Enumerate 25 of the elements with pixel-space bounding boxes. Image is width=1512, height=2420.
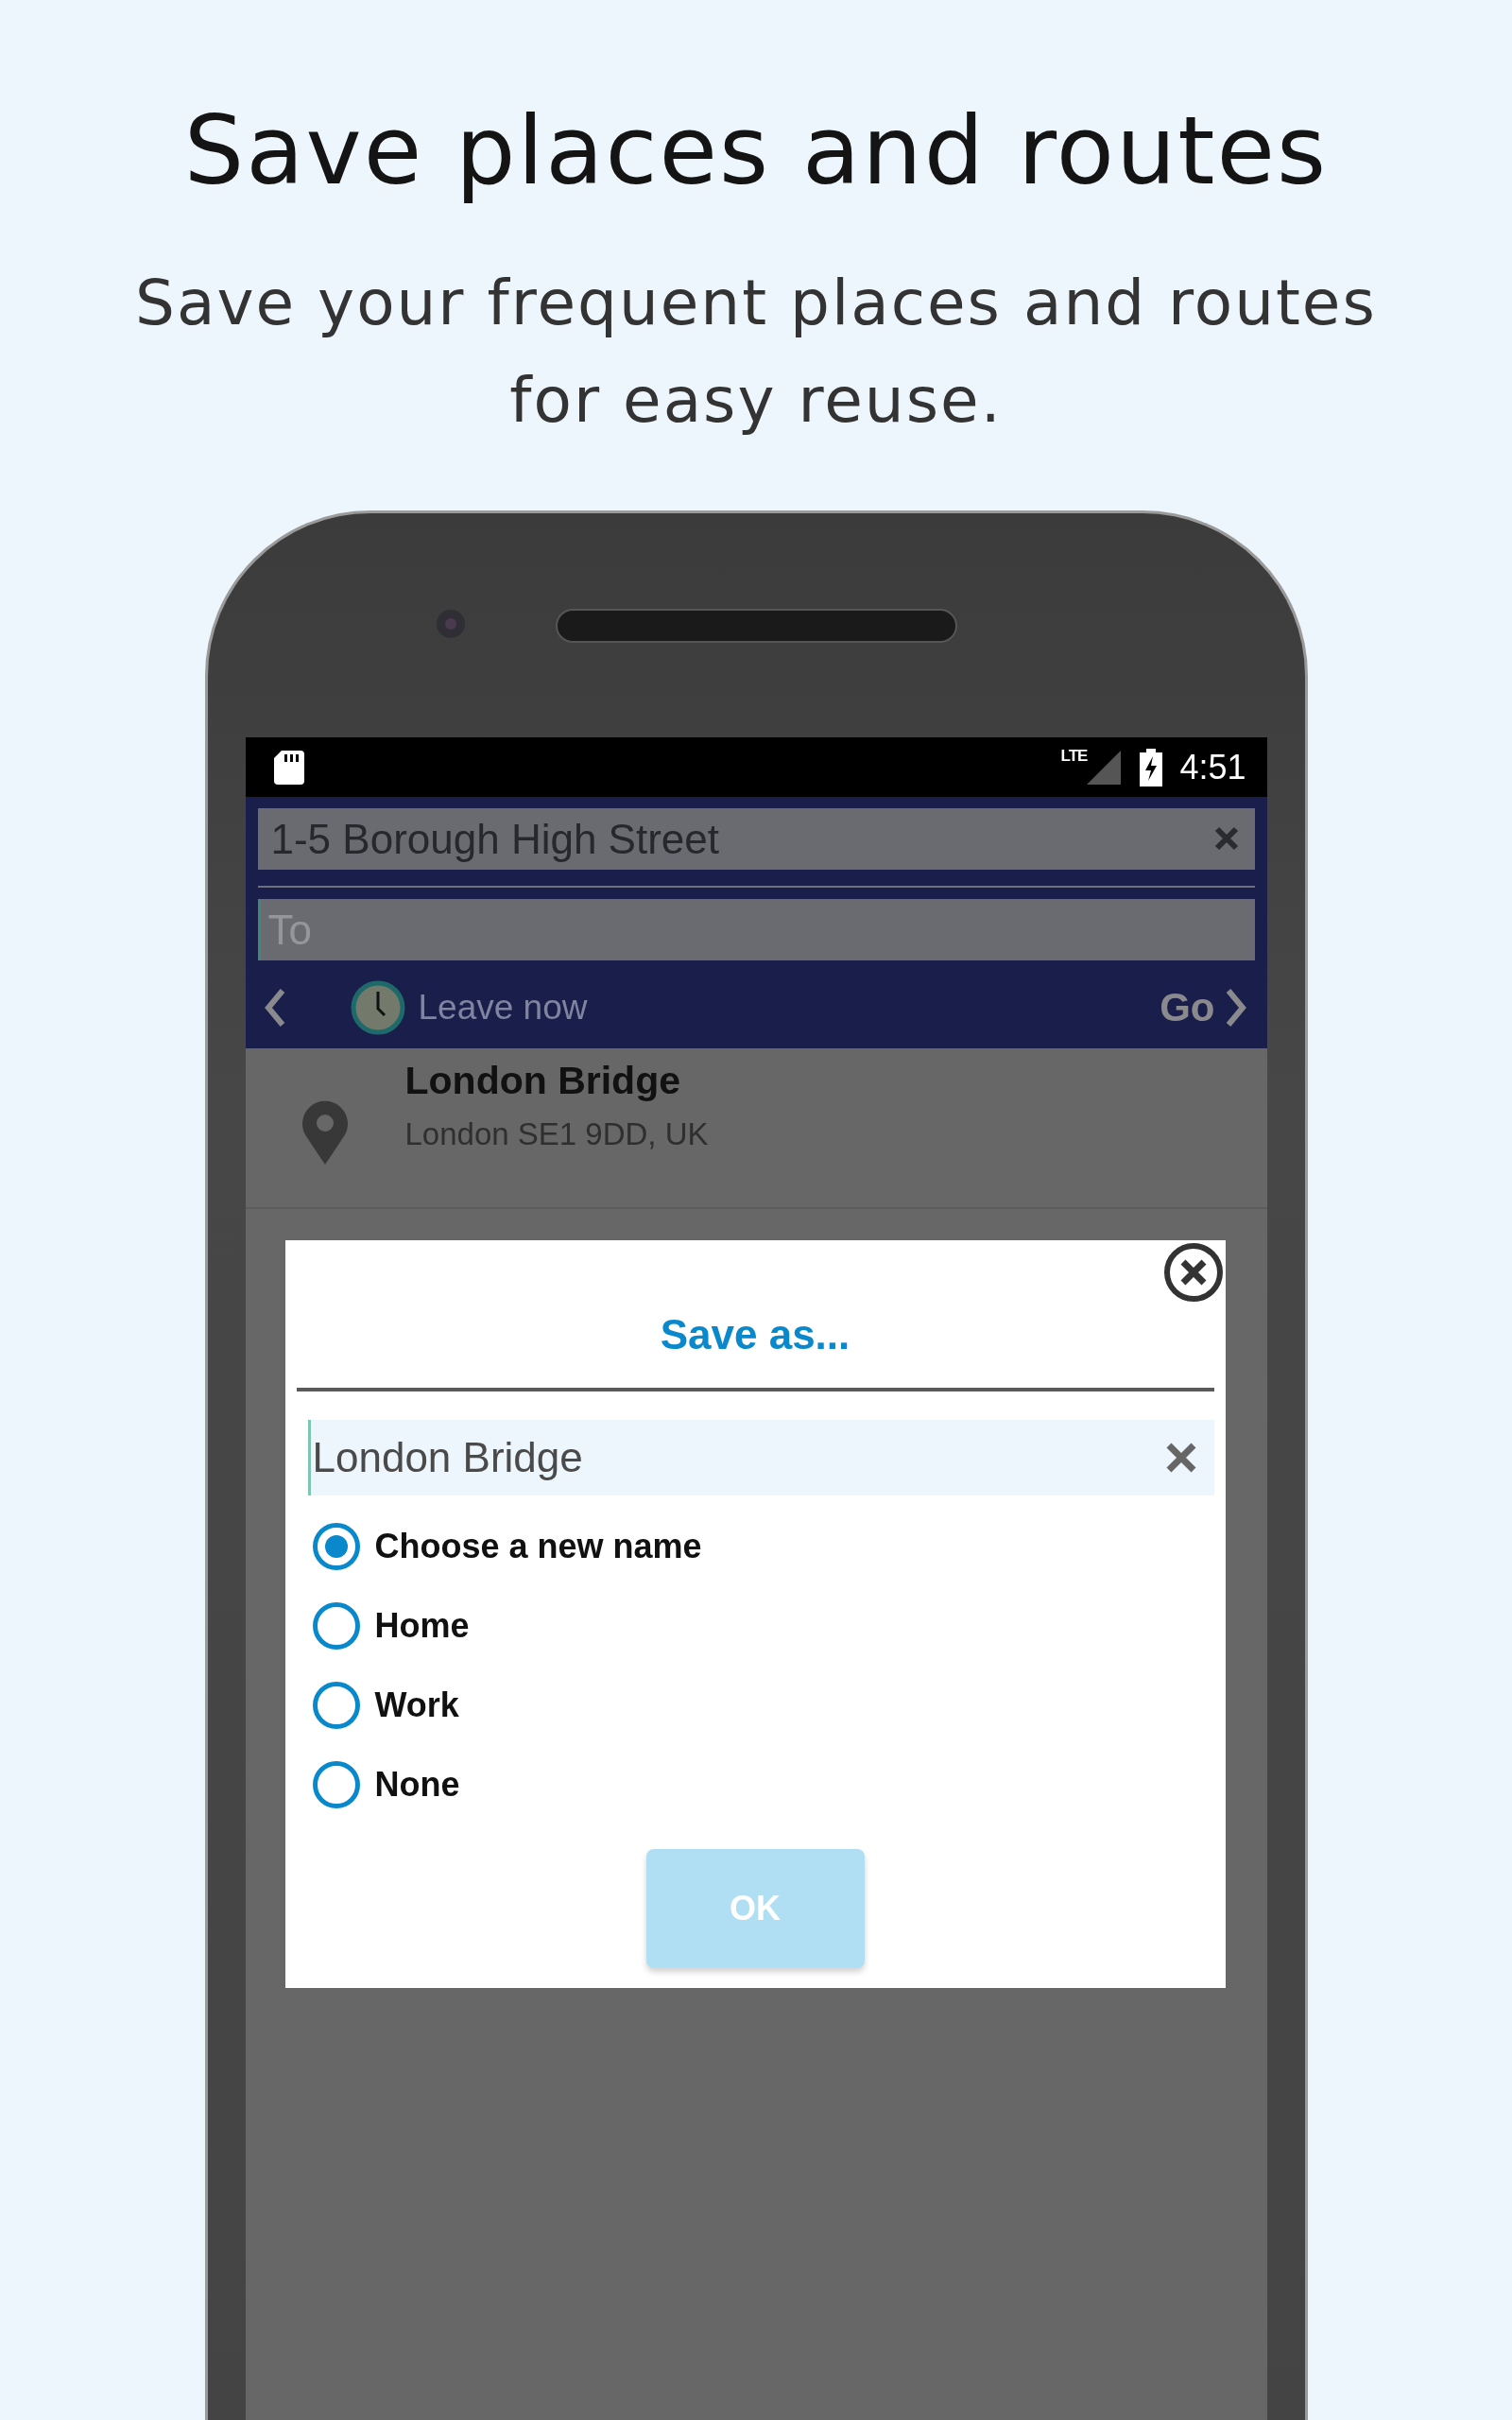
battery-charging-icon	[1140, 748, 1163, 786]
network-label: LTE	[1060, 747, 1088, 766]
clear-icon[interactable]	[1164, 1442, 1197, 1474]
radio-option[interactable]: Choose a new name	[284, 1507, 702, 1586]
sd-card-icon	[273, 750, 304, 785]
radio-selected-icon[interactable]	[312, 1523, 360, 1570]
page-subtitle: Save your frequent places and routes for easy reuse.	[134, 266, 1378, 439]
departure-time-label[interactable]: Leave now	[418, 988, 588, 1028]
location-pin-icon	[301, 1100, 349, 1165]
clear-icon[interactable]	[1212, 825, 1240, 852]
signal-icon	[1087, 750, 1122, 785]
radio-icon[interactable]	[312, 1602, 360, 1650]
clock-icon[interactable]	[350, 980, 405, 1035]
clock-time: 4:51	[1179, 747, 1246, 787]
radio-option[interactable]: None	[284, 1745, 460, 1824]
radio-icon[interactable]	[312, 1761, 360, 1808]
radio-option[interactable]: Home	[284, 1586, 470, 1666]
radio-icon[interactable]	[312, 1682, 360, 1729]
name-field[interactable]: London Bridge	[307, 1420, 1214, 1495]
go-button[interactable]: Go	[1160, 985, 1255, 1030]
dialog-title: Save as...	[660, 1310, 850, 1359]
radio-option[interactable]: Work	[284, 1666, 459, 1745]
page-title: Save places and routes	[182, 95, 1330, 208]
place-address: London SE1 9DD, UK	[404, 1115, 709, 1153]
camera-icon	[434, 608, 467, 640]
